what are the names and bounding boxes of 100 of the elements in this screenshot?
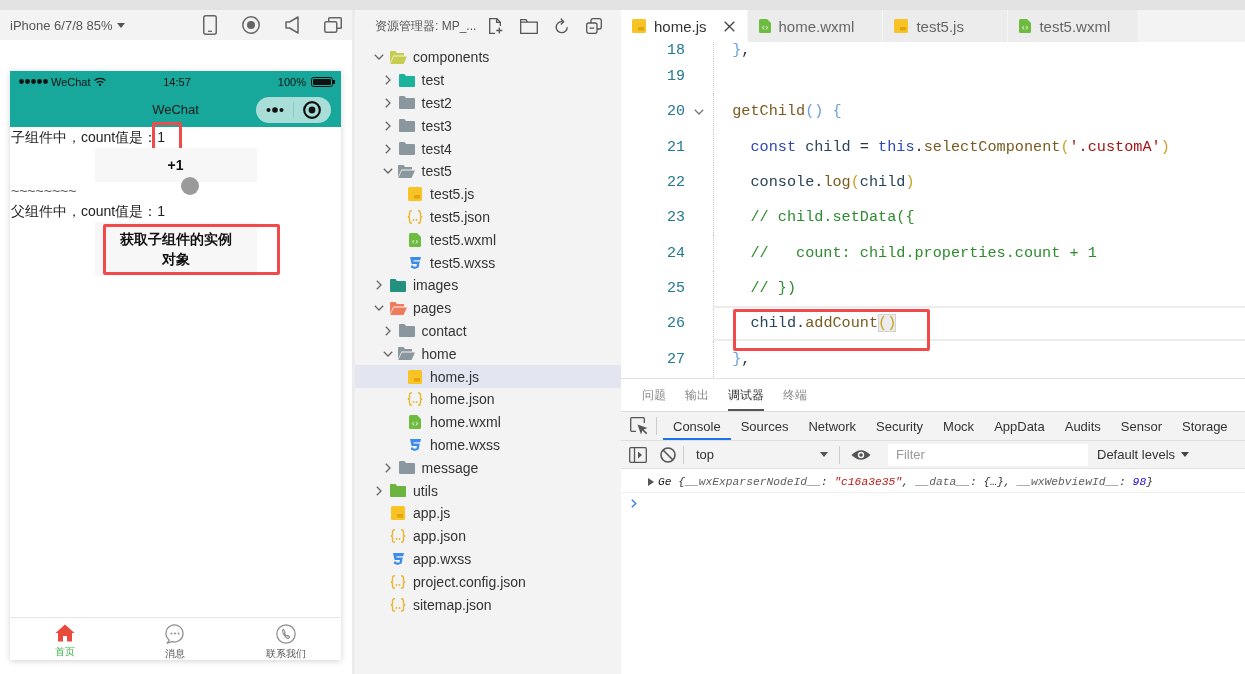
code-line: console.log(child)	[749, 174, 915, 192]
editor-tab[interactable]: home.js	[621, 10, 748, 42]
tree-item[interactable]: app.json	[355, 524, 621, 548]
tree-item[interactable]: test5	[355, 160, 621, 183]
refresh-icon[interactable]	[555, 18, 569, 34]
script-file-icon	[391, 506, 405, 521]
devtools-tab[interactable]: AppData	[984, 412, 1055, 440]
home-icon	[55, 624, 76, 642]
tree-item[interactable]: components	[355, 46, 621, 69]
target-icon[interactable]	[303, 100, 321, 119]
tilde-line: ~~~~~~~~	[11, 183, 77, 199]
braces-file-icon	[407, 392, 423, 407]
tree-item[interactable]: home.js	[355, 365, 621, 388]
inspect-icon[interactable]	[630, 417, 648, 435]
wifi-icon	[93, 77, 106, 86]
tree-item[interactable]: test	[355, 68, 621, 92]
panel-tab[interactable]: 终端	[783, 379, 807, 411]
script-file-icon	[632, 19, 646, 33]
tree-item[interactable]: app.js	[355, 501, 621, 525]
code-line: },	[731, 42, 751, 59]
capsule-menu[interactable]	[256, 96, 331, 123]
code-line: // child.setData({	[749, 209, 915, 227]
tree-item[interactable]: home.wxss	[355, 433, 621, 457]
caret-icon	[1181, 452, 1190, 457]
new-file-icon[interactable]	[488, 18, 503, 34]
close-icon[interactable]	[723, 20, 735, 32]
log-levels-select[interactable]: Default levels	[1097, 447, 1190, 462]
tree-item[interactable]: app.wxss	[355, 547, 621, 571]
action-button[interactable]: +1	[94, 148, 257, 182]
caret-icon	[820, 452, 828, 457]
filter-field[interactable]: Filter	[888, 443, 1088, 466]
expand-triangle-icon[interactable]	[648, 477, 654, 486]
line-number: 25	[666, 279, 685, 297]
clear-console-icon[interactable]	[660, 446, 676, 463]
tree-item[interactable]: test5.wxss	[355, 251, 621, 274]
status-time: 14:57	[163, 75, 191, 88]
line-number: 23	[666, 209, 685, 227]
devtools-tab[interactable]: Security	[866, 412, 934, 440]
tree-item[interactable]: test2	[355, 91, 621, 115]
editor-tab[interactable]: test5.wxml	[1008, 10, 1140, 42]
editor-tab[interactable]: test5.js	[883, 10, 1009, 42]
cursor-dot-icon	[181, 177, 199, 195]
script-file-icon	[408, 187, 422, 202]
editor-tab[interactable]: home.wxml	[747, 10, 884, 42]
phone-icon[interactable]	[203, 15, 217, 35]
devtools-tab[interactable]: Mock	[933, 412, 985, 440]
prompt-icon	[631, 498, 637, 508]
windows-icon[interactable]	[324, 17, 342, 33]
line-number: 24	[666, 244, 685, 262]
devtools-tab[interactable]: Storage	[1172, 412, 1238, 440]
devtools-tab[interactable]: Audits	[1054, 412, 1111, 440]
tree-item[interactable]: test4	[355, 137, 621, 160]
script-file-icon	[894, 19, 909, 33]
tree-item[interactable]: test5.json	[355, 205, 621, 229]
code-line: // count: child.properties.count + 1	[749, 244, 1097, 262]
battery-icon	[311, 76, 335, 87]
tab-bar-item[interactable]: 联系我们	[230, 618, 341, 660]
braces-file-icon	[407, 209, 423, 224]
speaker-icon[interactable]	[285, 16, 299, 34]
phone-handset-icon	[275, 624, 296, 644]
tree-item[interactable]: home	[355, 342, 621, 366]
code-line: child.addCount()	[749, 315, 897, 333]
script-file-icon	[408, 369, 422, 384]
line-number: 27	[666, 350, 685, 368]
devtools-tab[interactable]: Sensor	[1110, 412, 1173, 440]
tree-item[interactable]: message	[355, 456, 621, 480]
panel-tab[interactable]: 输出	[685, 379, 709, 411]
count-value: 1	[157, 129, 166, 145]
tree-item[interactable]: images	[355, 273, 621, 297]
more-icon[interactable]	[266, 106, 284, 113]
eye-icon[interactable]	[851, 448, 871, 461]
count-label: 父组件中，count值是：	[11, 203, 158, 219]
tree-item[interactable]: home.json	[355, 387, 621, 411]
tree-item[interactable]: project.config.json	[355, 570, 621, 594]
record-icon[interactable]	[242, 16, 260, 34]
device-select[interactable]: iPhone 6/7/8 85%	[10, 17, 125, 33]
battery-percent: 100%	[277, 75, 306, 88]
tree-item[interactable]: contact	[355, 319, 621, 343]
devtools-tab[interactable]: Sources	[730, 412, 799, 440]
context-select[interactable]: top	[688, 443, 836, 466]
panel-tab[interactable]: 问题	[642, 379, 666, 411]
tree-item[interactable]: test5.js	[355, 182, 621, 206]
sidebar-toggle-icon[interactable]	[629, 446, 647, 463]
tree-item[interactable]: utils	[355, 479, 621, 502]
console-message: Ge {__wxExparserNodeId__: "c16a3e35", __data__: {…}, __wxWebviewId__: 98}	[658, 475, 1153, 488]
code-file-icon	[409, 415, 421, 430]
tree-item[interactable]: test5.wxml	[355, 228, 621, 252]
devtools-tab[interactable]: Network	[798, 412, 867, 440]
tree-item[interactable]: home.wxml	[355, 410, 621, 434]
tree-item[interactable]: sitemap.json	[355, 593, 621, 616]
tree-item[interactable]: test3	[355, 114, 621, 138]
line-number: 21	[666, 138, 685, 156]
tree-item[interactable]: pages	[355, 296, 621, 320]
line-number: 18	[666, 42, 685, 59]
stylesheet-file-icon	[408, 437, 422, 452]
code-file-icon	[409, 232, 421, 247]
caret-icon	[116, 22, 125, 28]
new-folder-icon[interactable]	[520, 18, 538, 34]
fold-chevron-icon[interactable]	[694, 108, 704, 115]
collapse-all-icon[interactable]	[586, 18, 602, 34]
